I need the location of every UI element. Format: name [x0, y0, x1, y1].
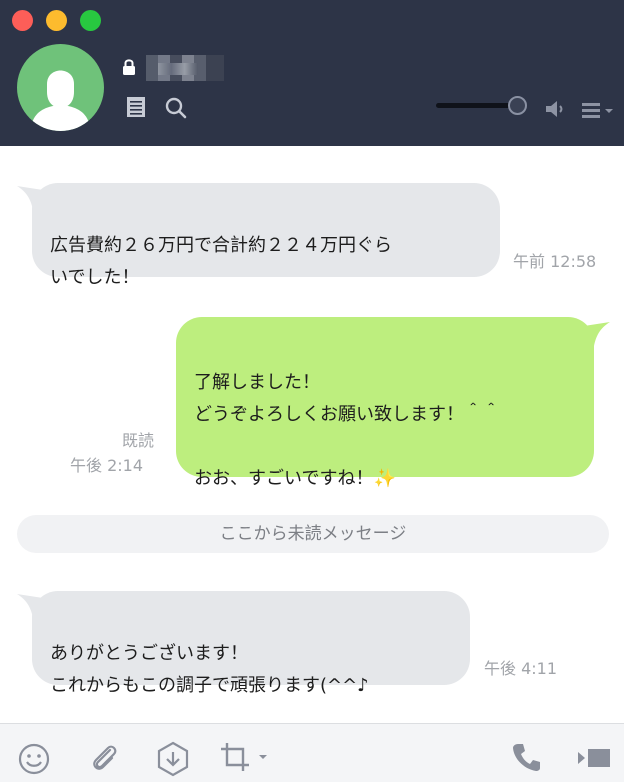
- message-timestamp: 午前 12:58: [513, 252, 597, 271]
- speaker-icon[interactable]: [544, 99, 568, 119]
- contact-avatar[interactable]: [17, 44, 104, 131]
- video-icon[interactable]: [577, 746, 611, 770]
- message-bubble-incoming[interactable]: 広告費約２６万円で合計約２２４万円ぐら いでした！: [32, 183, 500, 288]
- close-window-button[interactable]: [12, 10, 33, 31]
- phone-icon[interactable]: [512, 742, 540, 772]
- note-icon[interactable]: [126, 96, 146, 118]
- message-text: 了解しました！ どうぞよろしくお願い致します！＾＾ おお、すごいですね！✨: [194, 372, 500, 489]
- menu-icon[interactable]: [582, 101, 616, 119]
- minimize-window-button[interactable]: [46, 10, 67, 31]
- chat-toolbar: [0, 723, 624, 782]
- message-timestamp: 午後 2:14: [70, 456, 144, 475]
- search-icon[interactable]: [164, 96, 188, 120]
- message-bubble-outgoing[interactable]: 了解しました！ どうぞよろしくお願い致します！＾＾ おお、すごいですね！✨: [176, 317, 594, 489]
- read-receipt: 既読: [122, 431, 155, 450]
- unread-divider: ここから未読メッセージ: [17, 515, 609, 553]
- zoom-window-button[interactable]: [80, 10, 101, 31]
- download-icon[interactable]: [156, 741, 190, 777]
- chat-header: [0, 0, 624, 146]
- lock-icon: [123, 59, 135, 75]
- emoji-icon[interactable]: [17, 742, 51, 776]
- message-text: 広告費約２６万円で合計約２２４万円ぐら いでした！: [50, 235, 392, 288]
- attach-icon[interactable]: [88, 741, 120, 775]
- crop-icon[interactable]: [219, 741, 271, 775]
- volume-slider-knob[interactable]: [508, 96, 527, 115]
- message-text: ありがとうございます！ これからもこの調子で頑張ります(^^♪: [50, 643, 369, 696]
- message-bubble-incoming[interactable]: ありがとうございます！ これからもこの調子で頑張ります(^^♪: [32, 591, 470, 696]
- volume-slider-track[interactable]: [436, 103, 518, 108]
- person-icon: [31, 70, 90, 131]
- message-timestamp: 午後 4:11: [484, 659, 558, 678]
- redacted-contact-name: [146, 55, 224, 81]
